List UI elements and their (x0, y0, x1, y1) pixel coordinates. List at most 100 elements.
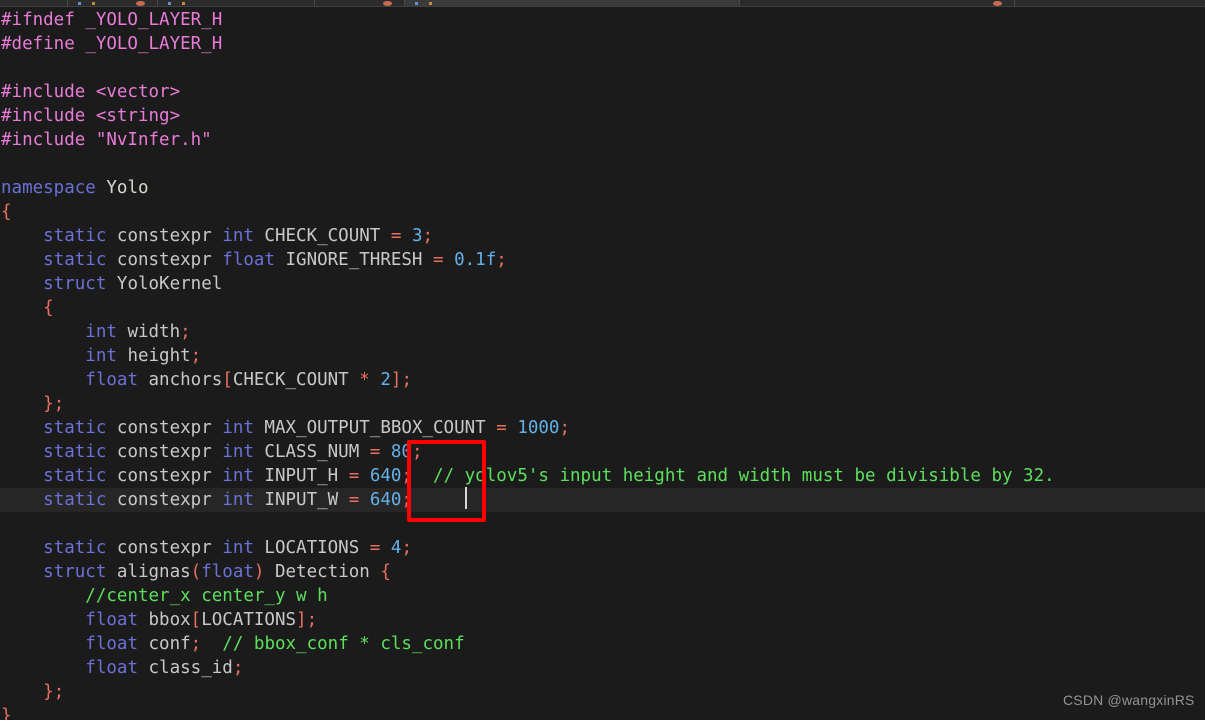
code-line[interactable]: }; (0, 680, 1205, 704)
tab-file-type-icon (415, 2, 418, 5)
code-token: constexpr (106, 226, 223, 246)
code-token: height (116, 346, 191, 366)
code-token: float (85, 634, 138, 654)
code-token: INPUT_H (253, 466, 349, 486)
code-token: static (43, 490, 107, 510)
code-token: 80 (390, 442, 412, 462)
code-token: { (43, 298, 54, 318)
code-token: namespace (1, 178, 96, 198)
code-editor-pane[interactable]: #ifndef _YOLO_LAYER_H #define _YOLO_LAYER… (0, 7, 1205, 720)
code-line[interactable]: int width; (0, 320, 1205, 344)
code-token: = (369, 442, 381, 462)
editor-tab-6[interactable] (740, 0, 1015, 6)
tab-file-type-icon (92, 2, 95, 5)
code-token: = (348, 490, 360, 510)
code-token: int (222, 490, 254, 510)
code-line[interactable]: float conf; // bbox_conf * cls_conf (0, 632, 1205, 656)
code-line-text: struct alignas(float) Detection { (0, 562, 391, 582)
code-line-text: float anchors[CHECK_COUNT * 2]; (0, 370, 412, 390)
code-token: ]; (296, 610, 318, 630)
code-token: int (222, 538, 254, 558)
code-line[interactable] (0, 56, 1205, 80)
code-token: alignas (106, 562, 191, 582)
code-token: = (369, 538, 381, 558)
code-line[interactable]: struct YoloKernel (0, 272, 1205, 296)
code-line[interactable]: float class_id; (0, 656, 1205, 680)
code-line[interactable]: static constexpr int LOCATIONS = 4; (0, 536, 1205, 560)
tab-modified-dot-icon (993, 1, 1002, 6)
code-line[interactable]: #include "NvInfer.h" (0, 128, 1205, 152)
code-line[interactable] (0, 152, 1205, 176)
editor-tab-5[interactable] (405, 0, 740, 6)
code-token: ; (559, 418, 571, 438)
code-line[interactable]: #ifndef _YOLO_LAYER_H (0, 8, 1205, 32)
code-line[interactable]: #define _YOLO_LAYER_H (0, 32, 1205, 56)
code-line-text: namespace Yolo (0, 178, 149, 198)
code-token: 0.1f (454, 250, 497, 270)
code-line[interactable]: namespace Yolo (0, 176, 1205, 200)
editor-tab-strip[interactable] (0, 0, 1205, 7)
code-line[interactable]: static constexpr int INPUT_H = 640; // y… (0, 464, 1205, 488)
code-token: } (1, 706, 12, 720)
code-line[interactable]: //center_x center_y w h (0, 584, 1205, 608)
code-token: = (496, 418, 507, 438)
code-token: [ (222, 370, 233, 390)
code-token: struct (43, 274, 107, 294)
code-token: static (43, 250, 107, 270)
code-token: CHECK_COUNT (253, 226, 391, 246)
code-line[interactable]: static constexpr int INPUT_W = 640; (0, 488, 1205, 512)
code-line[interactable]: { (0, 200, 1205, 224)
code-token: }; (43, 394, 65, 414)
code-token: width (116, 322, 181, 342)
code-line[interactable]: int height; (0, 344, 1205, 368)
code-token: int (85, 346, 117, 366)
code-token: = (390, 226, 402, 246)
code-line[interactable]: static constexpr int MAX_OUTPUT_BBOX_COU… (0, 416, 1205, 440)
code-line[interactable]: static constexpr int CLASS_NUM = 80; (0, 440, 1205, 464)
code-token: INPUT_W (253, 490, 349, 510)
code-line-text: static constexpr int INPUT_H = 640; // y… (0, 466, 1055, 486)
code-line[interactable]: static constexpr float IGNORE_THRESH = 0… (0, 248, 1205, 272)
code-line[interactable]: }; (0, 392, 1205, 416)
code-token: static (43, 226, 107, 246)
code-line[interactable]: float anchors[CHECK_COUNT * 2]; (0, 368, 1205, 392)
code-line[interactable] (0, 512, 1205, 536)
code-token: CHECK_COUNT (232, 370, 360, 390)
csdn-watermark: CSDN @wangxinRS (1063, 692, 1195, 708)
code-line[interactable]: struct alignas(float) Detection { (0, 560, 1205, 584)
code-line-text: #ifndef _YOLO_LAYER_H (0, 10, 222, 30)
code-line-text: }; (0, 394, 64, 414)
code-token: YoloKernel (106, 274, 223, 294)
code-line[interactable]: } (0, 704, 1205, 720)
code-token: class_id (137, 658, 233, 678)
editor-tab-1[interactable] (0, 0, 68, 6)
code-line[interactable]: { (0, 296, 1205, 320)
code-line[interactable]: #include <vector> (0, 80, 1205, 104)
code-token: CLASS_NUM (253, 442, 370, 462)
code-line-text: { (0, 202, 12, 222)
code-token: static (43, 442, 107, 462)
code-token: #define _YOLO_LAYER_H (1, 34, 223, 54)
code-token: ; (190, 346, 202, 366)
code-line[interactable]: static constexpr int CHECK_COUNT = 3; (0, 224, 1205, 248)
code-token: int (222, 418, 254, 438)
code-token: ) (253, 562, 265, 582)
code-token: { (1, 202, 12, 222)
code-line[interactable]: float bbox[LOCATIONS]; (0, 608, 1205, 632)
code-line[interactable]: #include <string> (0, 104, 1205, 128)
code-token: // yolov5's input height and width must … (433, 466, 1055, 486)
code-token: int (222, 226, 254, 246)
code-line-text: float class_id; (0, 658, 243, 678)
